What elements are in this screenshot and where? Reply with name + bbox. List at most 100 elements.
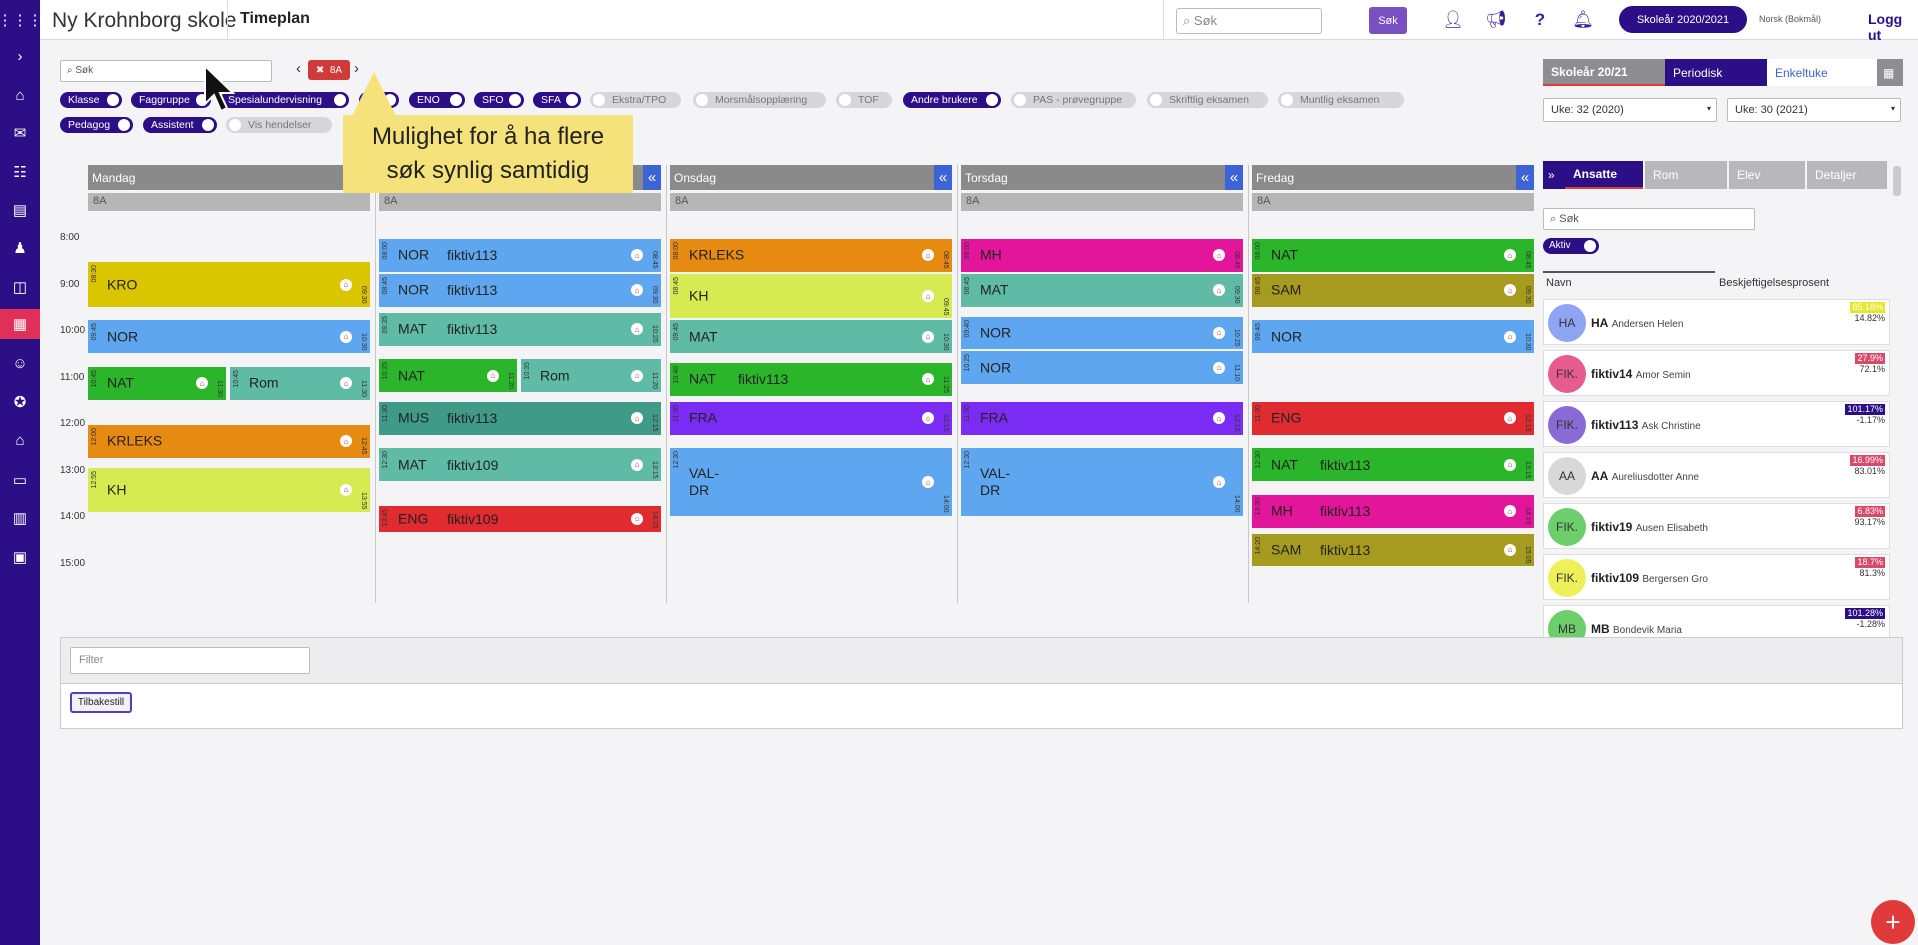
- filter-chip[interactable]: Morsmålsopplæring: [693, 92, 826, 108]
- tab-school-year[interactable]: Skoleår 20/21: [1543, 59, 1665, 86]
- lesson-block[interactable]: 09:45 NOR ⌂ 10:30: [88, 320, 370, 354]
- building-icon[interactable]: ▣: [0, 542, 40, 572]
- filter-chip[interactable]: SFO: [474, 92, 524, 108]
- week-from-select[interactable]: Uke: 32 (2020) ▾: [1543, 98, 1717, 122]
- collapse-panel-icon[interactable]: »: [1543, 161, 1565, 189]
- gallery-icon[interactable]: ◫: [0, 272, 40, 302]
- logout-link[interactable]: Logg ut: [1868, 11, 1918, 43]
- chart-icon[interactable]: ▥: [0, 503, 40, 533]
- filter-chip[interactable]: Assistent: [143, 117, 217, 133]
- expand-chevron-icon[interactable]: ›: [0, 41, 40, 71]
- schedule-icon[interactable]: ▦: [0, 309, 40, 339]
- lesson-block[interactable]: 08:45 SAM ⌂ 09:30: [1252, 273, 1534, 307]
- active-filter-tag[interactable]: ✖ 8A: [308, 60, 350, 80]
- lesson-block[interactable]: 08:45 KH ⌂ 09:45: [670, 273, 952, 319]
- lesson-block[interactable]: 09:45 NOR ⌂ 10:30: [1252, 320, 1534, 354]
- lesson-block[interactable]: 08:00 MH ⌂ 08:45: [961, 239, 1243, 272]
- lesson-block[interactable]: 11:30 FRA ⌂ 12:15: [670, 401, 952, 435]
- lesson-block[interactable]: 12:00 KRLEKS ⌂ 12:45: [88, 425, 370, 458]
- column-header-name[interactable]: Navn: [1546, 277, 1572, 289]
- lesson-block[interactable]: 08:45 MAT ⌂ 09:30: [961, 273, 1243, 307]
- column-header-percent[interactable]: Beskjeftigelsesprosent: [1719, 277, 1829, 289]
- lesson-block[interactable]: 10:40 NAT fiktiv113 ⌂ 11:25: [670, 363, 952, 396]
- grid-view-icon[interactable]: ▦: [1877, 59, 1903, 86]
- lesson-block[interactable]: 12:30 MAT fiktiv109 ⌂ 13:15: [379, 448, 661, 482]
- collapse-day-icon[interactable]: «: [934, 165, 952, 190]
- tab-single-week[interactable]: Enkeltuke: [1767, 59, 1877, 86]
- award-icon[interactable]: ✪: [0, 387, 40, 417]
- close-icon[interactable]: ✖: [316, 65, 324, 76]
- employee-row[interactable]: AA AA Aureliusdotter Anne 16.99% 83.01%: [1543, 452, 1890, 498]
- lesson-block[interactable]: 08:45 NOR fiktiv113 ⌂ 09:30: [379, 273, 661, 307]
- panel-scrollbar[interactable]: [1893, 166, 1901, 196]
- filter-chip[interactable]: Pedagog: [60, 117, 133, 133]
- megaphone-icon[interactable]: 📢︎: [1482, 7, 1510, 33]
- lesson-block[interactable]: 09:45 MAT ⌂ 10:30: [670, 320, 952, 354]
- search-button[interactable]: Søk: [1369, 7, 1407, 34]
- lesson-block[interactable]: 13:30 MH fiktiv113 ⌂ 14:15: [1252, 494, 1534, 528]
- lesson-block[interactable]: 08:30 KRO ⌂ 09:30: [88, 262, 370, 307]
- employee-row[interactable]: FIK. fiktiv109 Bergersen Gro 18.7% 81.3%: [1543, 554, 1890, 600]
- lesson-block[interactable]: 10:35 Rom ⌂ 11:20: [521, 359, 661, 392]
- lesson-block[interactable]: 11:30 FRA ⌂ 12:15: [961, 401, 1243, 435]
- employee-row[interactable]: FIK. fiktiv113 Ask Christine 101.17% -1.17%: [1543, 401, 1890, 447]
- lesson-block[interactable]: 11:30 ENG ⌂ 12:15: [1252, 401, 1534, 435]
- filter-chip[interactable]: Spesialundervisning: [220, 92, 349, 108]
- filter-chip[interactable]: PAS - prøvegruppe: [1011, 92, 1136, 108]
- prev-arrow-icon[interactable]: ‹: [296, 60, 301, 77]
- collapse-day-icon[interactable]: «: [1516, 165, 1534, 190]
- week-to-select[interactable]: Uke: 30 (2021) ▾: [1727, 98, 1901, 122]
- filter-chip[interactable]: Vis hendelser: [226, 117, 332, 133]
- lesson-block[interactable]: 12:30 VAL- DR ⌂ 14:00: [670, 448, 952, 516]
- clipboard-icon[interactable]: ▤: [0, 195, 40, 225]
- user-icon[interactable]: 👤︎: [1439, 7, 1467, 33]
- school-year-button[interactable]: Skoleår 2020/2021: [1619, 6, 1747, 33]
- lesson-block[interactable]: 10:45 Rom ⌂ 11:30: [230, 366, 370, 400]
- school-icon[interactable]: ⌂: [0, 425, 40, 455]
- tab-details[interactable]: Detaljer: [1807, 161, 1887, 189]
- lesson-block[interactable]: 09:35 MAT fiktiv113 ⌂ 10:20: [379, 312, 661, 346]
- person-check-icon[interactable]: ☺: [0, 348, 40, 378]
- filter-chip[interactable]: Muntlig eksamen: [1278, 92, 1404, 108]
- lesson-block[interactable]: 12:30 VAL- DR ⌂ 14:00: [961, 448, 1243, 516]
- employee-row[interactable]: MB MB Bondevik Maria 101.28% -1.28%: [1543, 605, 1890, 640]
- add-button[interactable]: +: [1871, 900, 1915, 944]
- lesson-block[interactable]: 09:40 NOR ⌂ 10:25: [961, 316, 1243, 350]
- filter-chip[interactable]: Skriftlig eksamen: [1147, 92, 1268, 108]
- lesson-block[interactable]: 08:00 KRLEKS ⌂ 08:45: [670, 239, 952, 272]
- home-icon[interactable]: ⌂: [0, 80, 40, 110]
- collapse-day-icon[interactable]: «: [1225, 165, 1243, 190]
- collapse-day-icon[interactable]: «: [643, 165, 661, 190]
- filter-chip[interactable]: ENO: [409, 92, 465, 108]
- tab-rooms[interactable]: Rom: [1645, 161, 1727, 189]
- school-name[interactable]: Ny Krohnborg skole: [52, 9, 236, 33]
- document-icon[interactable]: ▭: [0, 465, 40, 495]
- employee-row[interactable]: HA HA Andersen Helen 85.18% 14.82%: [1543, 299, 1890, 345]
- tab-students[interactable]: Elev: [1729, 161, 1805, 189]
- language-selector[interactable]: Norsk (Bokmål): [1759, 14, 1821, 24]
- groups-icon[interactable]: ☷: [0, 157, 40, 187]
- lesson-block[interactable]: 10:25 NOR ⌂ 11:10: [961, 351, 1243, 385]
- filter-chip[interactable]: TOF: [836, 92, 892, 108]
- filter-chip[interactable]: Faggruppe: [131, 92, 211, 108]
- lesson-block[interactable]: 08:00 NAT ⌂ 08:45: [1252, 239, 1534, 272]
- lesson-block[interactable]: 11:30 MUS fiktiv113 ⌂ 12:15: [379, 401, 661, 435]
- filter-chip[interactable]: SFA: [533, 92, 581, 108]
- mail-icon[interactable]: ✉: [0, 118, 40, 148]
- filter-input[interactable]: Filter: [70, 647, 310, 674]
- lesson-block[interactable]: 10:35 NAT ⌂ 11:20: [379, 359, 517, 392]
- lesson-block[interactable]: 08:00 NOR fiktiv113 ⌂ 08:45: [379, 239, 661, 272]
- lesson-block[interactable]: 12:30 NAT fiktiv113 ⌂ 13:15: [1252, 448, 1534, 482]
- filter-chip[interactable]: Andre brukere: [903, 92, 1001, 108]
- reset-button[interactable]: Tilbakestill: [70, 692, 132, 713]
- lesson-block[interactable]: 10:45 NAT ⌂ 11:30: [88, 366, 226, 400]
- bell-icon[interactable]: 🔔︎: [1569, 7, 1597, 33]
- schedule-search-input[interactable]: ⌕ Søk: [60, 60, 272, 82]
- help-icon[interactable]: ?: [1526, 7, 1554, 33]
- tab-periodic[interactable]: Periodisk: [1665, 59, 1767, 86]
- employee-search-input[interactable]: ⌕ Søk: [1543, 208, 1755, 230]
- lesson-block[interactable]: 13:45 ENG fiktiv109 ⌂ 14:20: [379, 506, 661, 532]
- lesson-block[interactable]: 14:20 SAM fiktiv113 ⌂ 15:05: [1252, 533, 1534, 567]
- lesson-block[interactable]: 12:55 KH ⌂ 13:55: [88, 467, 370, 513]
- global-search-input[interactable]: ⌕ Søk: [1176, 8, 1322, 34]
